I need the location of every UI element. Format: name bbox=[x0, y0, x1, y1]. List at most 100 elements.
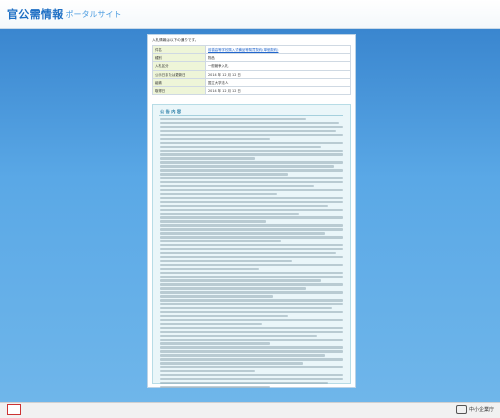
notice-text-line bbox=[160, 350, 343, 353]
notice-text-line bbox=[160, 330, 343, 334]
info-row: 入札区分 一般競争入札 bbox=[152, 61, 351, 71]
header-bar: 官公需情報 ポータルサイト bbox=[0, 0, 500, 29]
notice-text-line bbox=[160, 377, 343, 381]
bid-info-table: 件名 前橋高等学校購入式備品等購買契約(単価契約) 種別 物品 入札区分 一般競争入札 公示… bbox=[152, 44, 351, 96]
notice-text-line bbox=[160, 125, 343, 129]
notice-text-line bbox=[160, 204, 329, 208]
notice-divider bbox=[159, 115, 343, 116]
agency-logo-icon bbox=[455, 405, 467, 414]
logo-main-text: 官公需情報 bbox=[7, 8, 64, 21]
notice-text-line bbox=[160, 141, 343, 145]
notice-text-line bbox=[160, 188, 343, 192]
notice-text-line bbox=[160, 299, 343, 302]
notice-text-line bbox=[160, 121, 340, 125]
notice-text-line bbox=[160, 263, 343, 267]
notice-text-line bbox=[160, 244, 343, 247]
notice-text-line bbox=[160, 279, 322, 282]
notice-text-line bbox=[160, 275, 343, 278]
info-row-key: 種別 bbox=[152, 53, 206, 63]
notice-text-line bbox=[160, 287, 307, 290]
notice-text-line bbox=[160, 181, 343, 184]
notice-text-line bbox=[160, 220, 267, 223]
notice-text-line bbox=[160, 133, 343, 137]
notice-text-line bbox=[160, 145, 322, 148]
info-row-value: 2014 年 12 月 12 日 bbox=[205, 69, 351, 79]
notice-box: 公 告 内 容 bbox=[152, 104, 351, 389]
notice-text-line bbox=[160, 251, 336, 255]
info-row: 組織 国立大学法人 bbox=[152, 77, 351, 87]
notice-text-line bbox=[160, 310, 343, 314]
notice-text-line bbox=[160, 240, 281, 243]
footer-bar bbox=[0, 402, 500, 418]
notice-text-line bbox=[160, 118, 307, 121]
notice-text-line bbox=[160, 149, 343, 152]
logo-sub-text: ポータルサイト bbox=[65, 9, 122, 19]
info-row-value: 2014 年 12 月 12 日 bbox=[205, 85, 351, 96]
content-panel: 入札情報は以下の通りです。 件名 前橋高等学校購入式備品等購買契約(単価契約) 種別… bbox=[147, 34, 356, 389]
notice-text-line bbox=[160, 303, 343, 306]
notice-text-line bbox=[160, 358, 343, 361]
info-row-link[interactable]: 前橋高等学校購入式備品等購買契約(単価契約) bbox=[205, 44, 351, 55]
notice-text-line bbox=[160, 259, 292, 263]
notice-text-line bbox=[160, 173, 289, 176]
notice-text-line bbox=[160, 184, 314, 188]
notice-text-line bbox=[160, 370, 256, 373]
notice-text-line bbox=[160, 255, 343, 259]
notice-text-line bbox=[160, 381, 329, 385]
notice-text-line bbox=[160, 208, 343, 211]
notice-text-line bbox=[160, 216, 343, 219]
info-row-key: 組織 bbox=[152, 77, 206, 87]
footer-org: 中小企業庁 bbox=[455, 405, 494, 414]
notice-text-line bbox=[160, 318, 343, 322]
notice-text-line bbox=[160, 291, 343, 294]
notice-body bbox=[160, 118, 343, 390]
notice-text-line bbox=[160, 346, 343, 349]
notice-text-line bbox=[160, 165, 334, 168]
certification-seal-icon bbox=[7, 404, 21, 415]
notice-text-line bbox=[160, 157, 256, 160]
notice-text-line bbox=[160, 161, 343, 164]
notice-text-line bbox=[160, 192, 278, 196]
notice-text-line bbox=[160, 322, 263, 326]
notice-text-line bbox=[160, 326, 343, 330]
footer-org-name: 中小企業庁 bbox=[468, 407, 494, 413]
notice-text-line bbox=[160, 232, 325, 235]
notice-text-line bbox=[160, 267, 259, 271]
notice-text-line bbox=[160, 177, 343, 180]
intro-text: 入札情報は以下の通りです。 bbox=[152, 38, 199, 42]
info-row: 公示日または更新日 2014 年 12 月 12 日 bbox=[152, 69, 351, 79]
notice-text-line bbox=[160, 283, 343, 286]
notice-text-line bbox=[160, 385, 270, 389]
notice-text-line bbox=[160, 362, 303, 365]
info-row-key: 入札区分 bbox=[152, 61, 206, 71]
notice-text-line bbox=[160, 314, 289, 318]
info-row-key: 件名 bbox=[152, 44, 206, 55]
notice-text-line bbox=[160, 334, 318, 337]
notice-text-line bbox=[160, 129, 336, 133]
notice-text-line bbox=[160, 366, 343, 369]
notice-text-line bbox=[160, 137, 270, 141]
notice-text-line bbox=[160, 271, 343, 274]
notice-text-line bbox=[160, 373, 343, 377]
info-row: 件名 前橋高等学校購入式備品等購買契約(単価契約) bbox=[152, 44, 351, 55]
notice-text-line bbox=[160, 247, 343, 251]
notice-text-line bbox=[160, 212, 300, 215]
notice-text-line bbox=[160, 236, 343, 239]
info-row-key: 取得日 bbox=[152, 85, 206, 96]
notice-text-line bbox=[160, 295, 274, 298]
notice-text-line bbox=[160, 196, 343, 200]
notice-text-line bbox=[160, 153, 343, 156]
notice-text-line bbox=[160, 354, 325, 357]
info-row-value: 物品 bbox=[205, 53, 351, 63]
notice-text-line bbox=[160, 342, 270, 345]
notice-text-line bbox=[160, 338, 343, 341]
notice-text-line bbox=[160, 228, 343, 231]
notice-text-line bbox=[160, 169, 343, 172]
info-row-value: 一般競争入札 bbox=[205, 61, 351, 71]
info-row: 取得日 2014 年 12 月 12 日 bbox=[152, 85, 351, 96]
info-row-key: 公示日または更新日 bbox=[152, 69, 206, 79]
notice-text-line bbox=[160, 200, 343, 204]
info-row: 種別 物品 bbox=[152, 53, 351, 63]
site-logo[interactable]: 官公需情報 ポータルサイト bbox=[7, 6, 122, 22]
notice-text-line bbox=[160, 224, 343, 227]
